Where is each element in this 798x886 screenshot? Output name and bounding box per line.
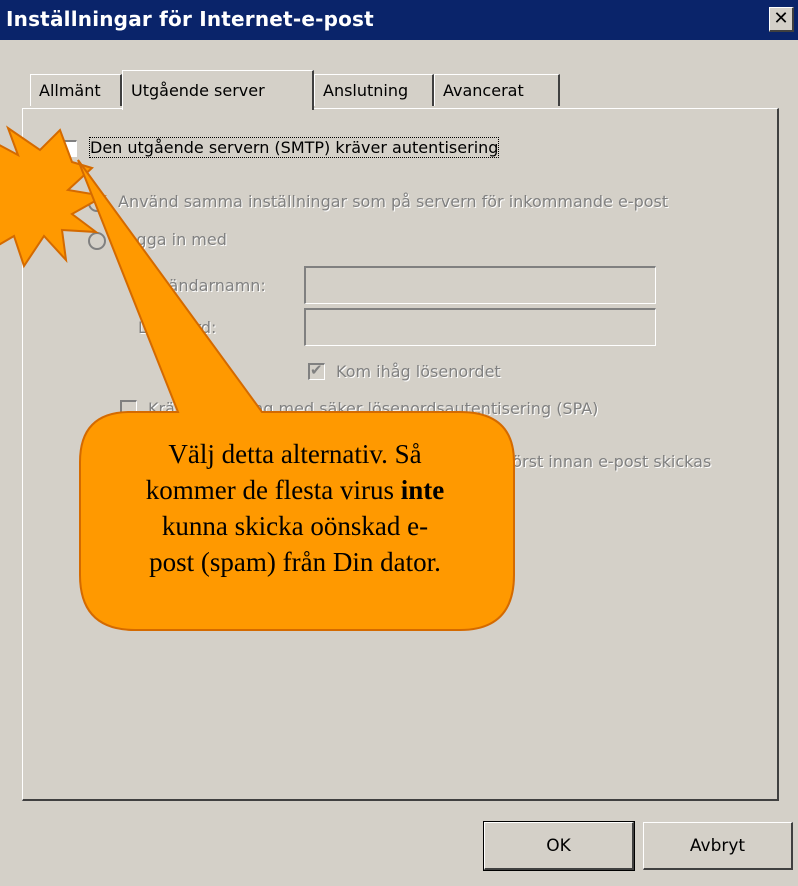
starburst-icon: [0, 125, 107, 269]
callout-line-4: post (spam) från Din dator.: [149, 547, 441, 577]
callout-line-2-text: kommer de flesta virus: [145, 475, 401, 505]
callout-text: Välj detta alternativ. Så kommer de fles…: [100, 436, 490, 580]
callout-line-2: kommer de flesta virus inte: [100, 472, 490, 508]
callout-line-3: kunna skicka oönskad e-: [161, 511, 429, 541]
callout-line-1: Välj detta alternativ. Så: [168, 439, 422, 469]
tab-outgoing-server-label: Utgående server: [131, 81, 265, 100]
callout-emphasis: inte: [400, 475, 445, 505]
tab-outgoing-server[interactable]: Utgående server: [122, 70, 314, 110]
